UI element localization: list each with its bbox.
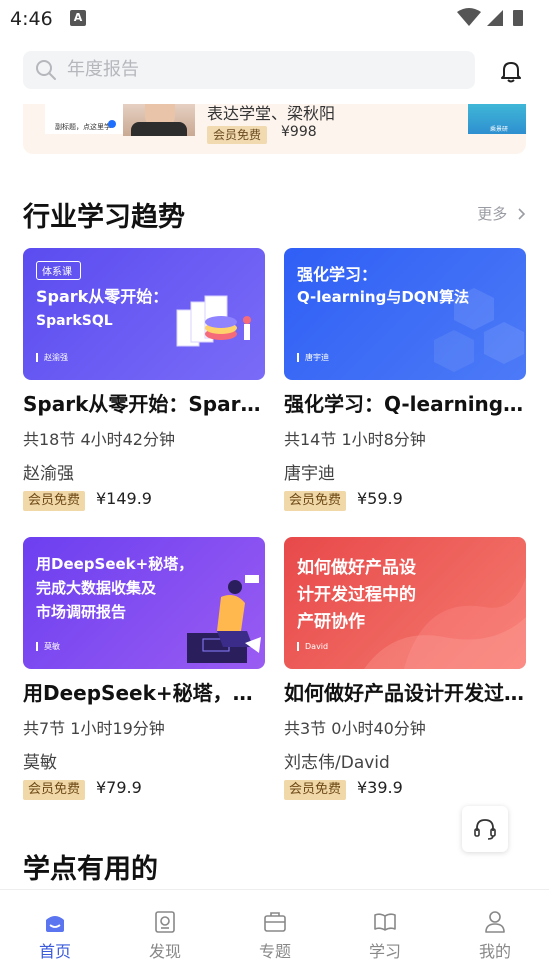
course-card[interactable]: 如何做好产品设 计开发过程中的 产研协作 David 如何做好产品设计开发过程中… xyxy=(284,537,526,807)
course-card[interactable]: 强化学习： Q-learning与DQN算法 唐宇迪 强化学习：Q-learni… xyxy=(284,248,526,518)
profile-icon xyxy=(485,911,505,933)
course-cover-line: 如何做好产品设 xyxy=(297,558,416,578)
course-cover-author: 莫敏 xyxy=(36,642,60,651)
course-cover: 如何做好产品设 计开发过程中的 产研协作 David xyxy=(284,537,526,669)
course-author: 刘志伟/David xyxy=(284,753,390,773)
banner-left-caption: 副标题，点这里学 xyxy=(55,123,111,131)
banner-right-caption: 乘景研 xyxy=(489,126,508,133)
status-time: 4:46 xyxy=(10,8,53,30)
member-free-tag: 会员免费 xyxy=(23,491,86,511)
member-free-tag: 会员免费 xyxy=(284,780,347,800)
course-meta: 共14节 1小时8分钟 xyxy=(284,430,426,449)
course-cover-line: Spark从零开始： xyxy=(36,287,169,306)
bell-icon[interactable] xyxy=(498,58,524,84)
tab-label: 专题 xyxy=(258,942,291,961)
bottom-tab-bar: 首页 发现 专题 学习 我的 xyxy=(0,889,549,977)
course-price: ¥149.9 xyxy=(96,489,152,508)
search-input[interactable]: 年度报告 xyxy=(67,51,447,89)
course-cover-line: 用DeepSeek+秘塔， xyxy=(36,555,194,573)
tab-discover[interactable]: 发现 xyxy=(110,890,220,970)
section-header-trend: 行业学习趋势 更多 xyxy=(23,195,526,235)
more-link-label: 更多 xyxy=(477,205,508,223)
home-icon xyxy=(46,916,64,932)
banner-price: ¥998 xyxy=(281,124,317,140)
status-bar: 4:46 A xyxy=(0,0,549,38)
chevron-right-icon xyxy=(518,208,526,220)
section-title: 学点有用的 xyxy=(23,854,158,885)
course-title: Spark从零开始：SparkSQL xyxy=(23,392,265,416)
course-author: 赵渝强 xyxy=(23,464,74,484)
course-cover-line: 计开发过程中的 xyxy=(297,585,416,605)
study-icon xyxy=(374,913,396,931)
promo-banner[interactable]: 副标题，点这里学 表达学堂、梁秋阳 会员免费 ¥998 乘景研 xyxy=(23,104,526,154)
topic-icon xyxy=(264,912,286,932)
course-price: ¥39.9 xyxy=(357,778,403,797)
tab-study[interactable]: 学习 xyxy=(330,890,440,970)
course-price: ¥59.9 xyxy=(357,489,403,508)
banner-title: 表达学堂、梁秋阳 xyxy=(207,104,336,123)
course-meta: 共7节 1小时19分钟 xyxy=(23,719,165,738)
tab-home[interactable]: 首页 xyxy=(0,890,110,970)
course-meta: 共18节 4小时42分钟 xyxy=(23,430,175,449)
notification-app-icon: A xyxy=(70,10,86,26)
chat-bubble-icon xyxy=(108,120,116,128)
tab-topic[interactable]: 专题 xyxy=(220,890,330,970)
course-author: 莫敏 xyxy=(23,753,57,773)
course-cover-line: 产研协作 xyxy=(297,612,365,632)
tab-label: 发现 xyxy=(148,942,181,961)
section-title: 行业学习趋势 xyxy=(23,202,185,233)
banner-member-tag: 会员免费 xyxy=(207,126,268,144)
course-meta: 共3节 0小时40分钟 xyxy=(284,719,426,738)
course-title: 用DeepSeek+秘塔，完成大数据收集及市场调研报告 xyxy=(23,681,265,705)
course-cover-author: David xyxy=(297,642,328,651)
customer-service-button[interactable] xyxy=(462,806,508,852)
course-cover-line: 完成大数据收集及 xyxy=(36,579,157,597)
course-card[interactable]: 用DeepSeek+秘塔， 完成大数据收集及 市场调研报告 莫敏 用DeepSe… xyxy=(23,537,265,807)
course-cover-line: SparkSQL xyxy=(36,313,113,329)
search-bar[interactable]: 年度报告 xyxy=(23,51,475,89)
course-author: 唐宇迪 xyxy=(284,464,335,484)
course-cover-line: Q-learning与DQN算法 xyxy=(297,288,470,306)
course-cover-line: 市场调研报告 xyxy=(36,603,127,621)
tab-label: 首页 xyxy=(38,942,71,961)
signal-wifi-battery-icon xyxy=(457,8,523,26)
person-laptop-illustration-icon xyxy=(187,575,261,663)
course-price: ¥79.9 xyxy=(96,778,142,797)
course-cover-author: 唐宇迪 xyxy=(297,353,329,362)
course-title: 强化学习：Q-learning与DQN算法 xyxy=(284,392,526,416)
more-link[interactable]: 更多 xyxy=(477,203,526,224)
tab-profile[interactable]: 我的 xyxy=(440,890,549,970)
course-cover-badge: 体系课 xyxy=(36,261,81,280)
member-free-tag: 会员免费 xyxy=(23,780,86,800)
tab-label: 学习 xyxy=(368,942,401,961)
search-icon xyxy=(36,60,56,80)
course-cover: 用DeepSeek+秘塔， 完成大数据收集及 市场调研报告 莫敏 xyxy=(23,537,265,669)
course-cover-author: 赵渝强 xyxy=(36,353,68,362)
member-free-tag: 会员免费 xyxy=(284,491,347,511)
search-row: 年度报告 xyxy=(0,44,549,100)
headset-icon xyxy=(474,819,496,840)
server-illustration-icon xyxy=(176,295,251,347)
discover-icon xyxy=(155,911,175,933)
course-title: 如何做好产品设计开发过程中的产研协作 xyxy=(284,681,526,705)
course-card[interactable]: 体系课 Spark从零开始： SparkSQL 赵渝强 Spark从零开始：Sp… xyxy=(23,248,265,518)
course-cover: 体系课 Spark从零开始： SparkSQL 赵渝强 xyxy=(23,248,265,380)
course-cover: 强化学习： Q-learning与DQN算法 唐宇迪 xyxy=(284,248,526,380)
tab-label: 我的 xyxy=(478,942,511,961)
banner-instructor-suit xyxy=(131,122,187,136)
